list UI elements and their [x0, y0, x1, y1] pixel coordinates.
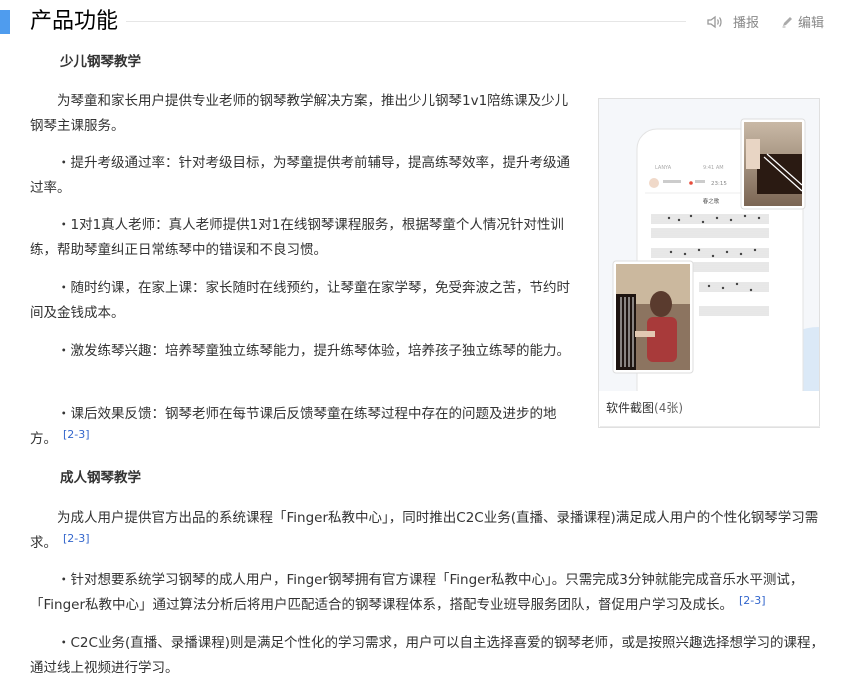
screenshot-album[interactable]: LANYA 9:41 AM 23:15 春之歌 软件截图(4张) [598, 98, 820, 428]
album-cover-image[interactable]: LANYA 9:41 AM 23:15 春之歌 [599, 99, 819, 391]
edit-label: 编辑 [798, 16, 825, 31]
children-bullet-5-text: ・课后效果反馈：钢琴老师在每节课后反馈琴童在练琴过程中存在的问题及进步的地方。 [30, 406, 557, 447]
phone-status-left: LANYA [655, 165, 672, 171]
adult-bullet-2: ・C2C业务(直播、录播课程)则是满足个性化的学习需求，用户可以自主选择喜爱的钢… [30, 635, 824, 676]
pencil-icon [781, 15, 794, 28]
section-accent-bar [0, 10, 10, 34]
album-caption: 软件截图(4张) [606, 399, 683, 416]
adult-intro: 为成人用户提供官方出品的系统课程「Finger私教中心」，同时推出C2C业务(直… [30, 506, 830, 556]
children-section-title: 少儿钢琴教学 [60, 54, 141, 70]
children-bullet-5: ・课后效果反馈：钢琴老师在每节课后反馈琴童在练琴过程中存在的问题及进步的地方。[… [30, 402, 575, 452]
children-bullet-1: ・提升考级通过率：针对考级目标，为琴童提供考前辅导，提高练琴效率，提升考级通过率… [30, 155, 570, 196]
phone-song-title: 春之歌 [703, 197, 720, 205]
children-intro: 为琴童和家长用户提供专业老师的钢琴教学解决方案，推出少儿钢琴1v1陪练课及少儿钢… [30, 93, 569, 134]
edit-button[interactable]: 编辑 [781, 12, 824, 31]
album-count: (4张) [654, 401, 684, 415]
audio-label: 播报 [733, 16, 760, 31]
audio-button[interactable]: 播报 [707, 12, 759, 31]
title-divider [126, 21, 686, 22]
album-stack-edge [600, 426, 820, 430]
phone-status-time: 9:41 AM [703, 165, 724, 171]
adult-bullet-1-text: ・针对想要系统学习钢琴的成人用户，Finger钢琴拥有官方课程「Finger私教… [30, 572, 804, 613]
reference-link[interactable]: [2-3] [63, 428, 90, 441]
children-bullet-3: ・随时约课，在家上课：家长随时在线预约，让琴童在家学琴，免受奔波之苦，节约时间及… [30, 280, 570, 321]
speaker-icon [707, 15, 723, 29]
phone-timer: 23:15 [711, 181, 727, 187]
reference-link[interactable]: [2-3] [739, 594, 766, 607]
reference-link[interactable]: [2-3] [63, 532, 90, 545]
adult-bullet-1: ・针对想要系统学习钢琴的成人用户，Finger钢琴拥有官方课程「Finger私教… [30, 568, 830, 618]
children-bullet-2: ・1对1真人老师：真人老师提供1对1在线钢琴课程服务，根据琴童个人情况针对性训练… [30, 217, 564, 258]
album-caption-text: 软件截图 [606, 401, 655, 415]
adult-section-title: 成人钢琴教学 [60, 470, 141, 486]
adult-intro-text: 为成人用户提供官方出品的系统课程「Finger私教中心」，同时推出C2C业务(直… [30, 510, 819, 551]
children-bullet-4: ・激发练琴兴趣：培养琴童独立练琴能力，提升练琴体验，培养孩子独立练琴的能力。 [57, 343, 570, 359]
section-title: 产品功能 [30, 9, 119, 34]
